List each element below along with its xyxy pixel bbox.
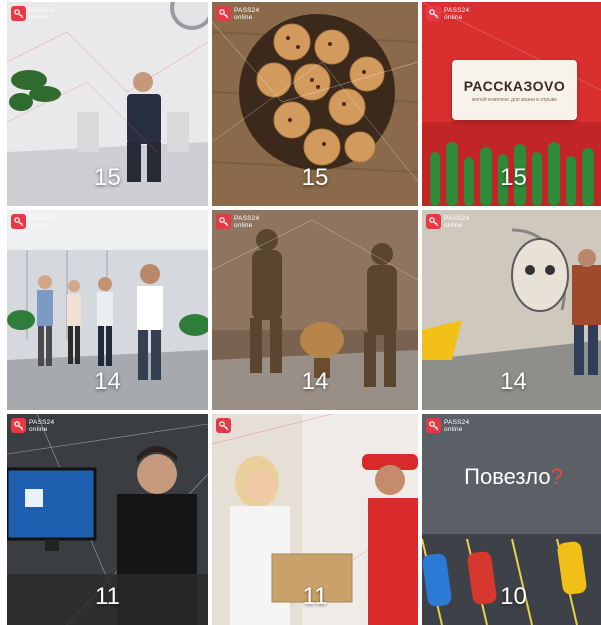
rasskazovo-logo: РАССКАЗОVO жилой комплекс для жизни в от… bbox=[452, 60, 577, 120]
brand-name: PASS24 bbox=[29, 6, 55, 14]
brand-sub: online bbox=[444, 221, 463, 229]
pass24-badge: PASS24 online bbox=[11, 214, 54, 229]
poster-title-mark: ? bbox=[550, 464, 563, 489]
post-grid: PASS24 online 15 PASS24 online 15 РАССКА… bbox=[0, 0, 601, 625]
key-icon bbox=[11, 214, 26, 229]
post-tile-5[interactable]: PASS24 online 14 bbox=[212, 210, 418, 410]
key-icon bbox=[216, 418, 231, 433]
post-count: 11 bbox=[302, 583, 328, 610]
rasskazovo-name: РАССКАЗОVO bbox=[463, 77, 566, 94]
brand-sub: online bbox=[29, 13, 48, 21]
pass24-badge: PASS24 online bbox=[426, 6, 469, 21]
post-count: 14 bbox=[301, 368, 329, 395]
brand-sub: online bbox=[444, 425, 463, 433]
brand-sub: online bbox=[234, 13, 253, 21]
pass24-badge: PASS24 online bbox=[426, 418, 469, 433]
brand-name: PASS24 bbox=[444, 214, 470, 222]
post-count: 11 bbox=[95, 583, 120, 610]
post-count: 10 bbox=[500, 583, 527, 610]
post-count: 15 bbox=[500, 164, 527, 191]
brand-sub: online bbox=[444, 13, 463, 21]
post-tile-2[interactable]: PASS24 online 15 bbox=[212, 2, 418, 206]
key-icon bbox=[216, 6, 231, 21]
brand-sub: online bbox=[234, 221, 253, 229]
post-tile-1[interactable]: PASS24 online 15 bbox=[7, 2, 208, 206]
brand-name: PASS24 bbox=[29, 214, 55, 222]
post-count: 15 bbox=[94, 164, 121, 191]
key-icon bbox=[216, 214, 231, 229]
pass24-badge: PASS24 online bbox=[216, 214, 259, 229]
post-tile-6[interactable]: PASS24 online 14 bbox=[422, 210, 601, 410]
brand-sub: online bbox=[29, 425, 48, 433]
pass24-badge: PASS24 online bbox=[11, 418, 54, 433]
poster-title: Повезло? bbox=[422, 464, 601, 490]
brand-name: PASS24 bbox=[29, 418, 55, 426]
post-count: 14 bbox=[500, 368, 527, 395]
brand-name: PASS24 bbox=[444, 6, 470, 14]
key-icon bbox=[426, 418, 441, 433]
post-tile-3[interactable]: РАССКАЗОVO жилой комплекс для жизни в от… bbox=[422, 2, 601, 206]
post-count: 15 bbox=[301, 164, 329, 191]
brand-name: PASS24 bbox=[234, 6, 260, 14]
post-count: 14 bbox=[94, 368, 121, 395]
post-tile-7[interactable]: PASS24 online 11 bbox=[7, 414, 208, 625]
pass24-badge: PASS24 online bbox=[216, 6, 259, 21]
brand-name: PASS24 bbox=[444, 418, 470, 426]
post-tile-9[interactable]: PASS24 online Повезло? 10 bbox=[422, 414, 601, 625]
pass24-badge: PASS24 online bbox=[426, 214, 469, 229]
key-icon bbox=[11, 418, 26, 433]
key-icon bbox=[426, 6, 441, 21]
key-icon bbox=[426, 214, 441, 229]
pass24-badge: PASS24 online bbox=[11, 6, 54, 21]
brand-sub: online bbox=[29, 221, 48, 229]
rasskazovo-tagline: жилой комплекс для жизни в отрыве bbox=[471, 96, 558, 103]
brand-name: PASS24 bbox=[234, 214, 260, 222]
pass24-badge bbox=[216, 418, 231, 433]
poster-title-text: Повезло bbox=[464, 464, 551, 489]
post-tile-8[interactable]: 11 bbox=[212, 414, 418, 625]
key-icon bbox=[11, 6, 26, 21]
post-tile-4[interactable]: PASS24 online 14 bbox=[7, 210, 208, 410]
